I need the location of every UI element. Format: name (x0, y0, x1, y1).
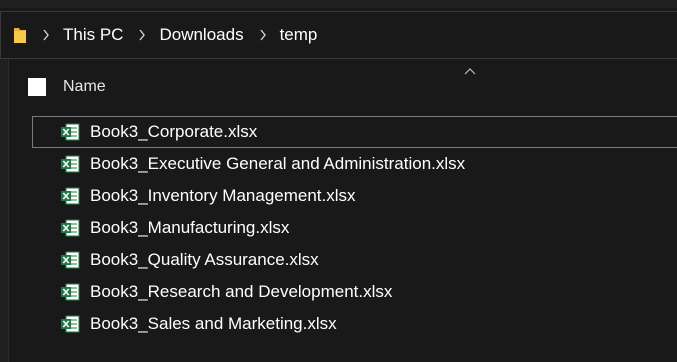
file-row[interactable]: Book3_Inventory Management.xlsx (32, 180, 677, 212)
file-explorer-window: This PC Downloads temp Name Book3_Corpor… (0, 0, 677, 362)
select-all-checkbox[interactable] (28, 78, 46, 96)
file-name: Book3_Corporate.xlsx (90, 122, 258, 141)
file-row[interactable]: Book3_Quality Assurance.xlsx (32, 244, 677, 276)
excel-file-icon (60, 154, 80, 174)
column-header-name[interactable]: Name (63, 78, 106, 96)
chevron-right-icon[interactable] (258, 29, 268, 41)
column-header-row: Name (20, 73, 106, 101)
breadcrumb-temp[interactable]: temp (280, 25, 318, 45)
excel-file-icon (60, 282, 80, 302)
excel-file-icon (60, 122, 80, 142)
address-bar[interactable]: This PC Downloads temp (0, 11, 677, 59)
file-list-pane: Name Book3_Corporate.xlsx Book3_Executiv… (0, 59, 677, 362)
excel-file-icon (60, 186, 80, 206)
chevron-right-icon[interactable] (41, 29, 51, 41)
chevron-right-icon[interactable] (137, 29, 147, 41)
breadcrumb-this-pc[interactable]: This PC (63, 25, 123, 45)
file-row[interactable]: Book3_Corporate.xlsx (32, 116, 677, 148)
excel-file-icon (60, 218, 80, 238)
breadcrumb-downloads[interactable]: Downloads (159, 25, 243, 45)
file-name: Book3_Executive General and Administrati… (90, 154, 466, 173)
chevron-up-icon[interactable] (463, 63, 477, 75)
file-row[interactable]: Book3_Research and Development.xlsx (32, 276, 677, 308)
file-row[interactable]: Book3_Executive General and Administrati… (32, 148, 677, 180)
file-row[interactable]: Book3_Sales and Marketing.xlsx (32, 308, 677, 340)
excel-file-icon (60, 314, 80, 334)
file-row[interactable]: Book3_Manufacturing.xlsx (32, 212, 677, 244)
file-name: Book3_Quality Assurance.xlsx (90, 250, 319, 269)
file-name: Book3_Inventory Management.xlsx (90, 186, 356, 205)
navigation-pane-edge (0, 59, 9, 362)
file-name: Book3_Manufacturing.xlsx (90, 218, 290, 237)
folder-icon (13, 25, 27, 45)
title-strip (0, 0, 677, 8)
file-list: Book3_Corporate.xlsx Book3_Executive Gen… (32, 116, 677, 340)
file-name: Book3_Sales and Marketing.xlsx (90, 314, 337, 333)
excel-file-icon (60, 250, 80, 270)
file-name: Book3_Research and Development.xlsx (90, 282, 393, 301)
